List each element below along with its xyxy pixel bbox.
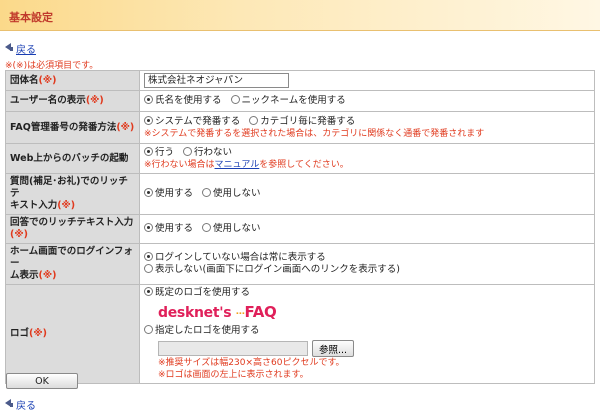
question-richtext-label: 質問(補足･お礼)でのリッチテ (10, 176, 128, 199)
home-login-form-label-2: ム表示 (10, 270, 39, 281)
option-label: カテゴリ毎に発番する (260, 115, 356, 127)
required-mark: (※) (57, 200, 76, 211)
option-label: ログインしていない場合は常に表示する (155, 252, 326, 263)
radio-checked-icon (144, 95, 153, 104)
web-batch-note: ※行わない場合はマニュアルを参照してください。 (144, 159, 590, 171)
answer-richtext-option-nouse[interactable]: 使用しない (202, 223, 261, 234)
note-text: ※行わない場合は (144, 159, 215, 170)
browse-button[interactable]: 参照... (312, 340, 355, 357)
option-label: 氏名を使用する (155, 95, 222, 106)
required-mark: (※) (29, 328, 47, 339)
back-link-top[interactable]: 戻る (5, 41, 36, 56)
ok-button[interactable]: OK (6, 373, 78, 389)
page-header: 基本設定 (0, 0, 600, 31)
user-name-option-real-name[interactable]: 氏名を使用する (144, 95, 222, 106)
required-mark: (※) (38, 270, 57, 281)
option-label: 表示しない(画面下にログイン画面へのリンクを表示する) (155, 264, 400, 275)
logo-note-size: ※推奨サイズは幅230×高さ60ピクセルです。 (158, 358, 345, 368)
web-batch-option-yes[interactable]: 行う (144, 146, 175, 158)
row-answer-richtext: 回答でのリッチテキスト入力 (※) 使用する 使用しない (5, 214, 595, 244)
option-label: システムで発番する (155, 115, 241, 127)
desknets-faq-logo: desknet's …FAQ (158, 303, 277, 321)
logo-sup-text: … (235, 307, 245, 317)
home-login-option-hide[interactable]: 表示しない(画面下にログイン画面へのリンクを表示する) (144, 264, 400, 275)
option-label: 指定したロゴを使用する (155, 325, 260, 336)
radio-unchecked-icon (202, 188, 212, 197)
radio-checked-icon (144, 223, 153, 232)
radio-unchecked-icon (144, 264, 153, 273)
row-question-richtext: 質問(補足･お礼)でのリッチテ キスト入力(※) 使用する 使用しない (5, 173, 595, 215)
logo-option-default[interactable]: 既定のロゴを使用する (144, 287, 250, 298)
radio-checked-icon (144, 252, 153, 261)
radio-checked-icon (144, 146, 153, 156)
question-richtext-option-use[interactable]: 使用する (144, 188, 193, 199)
logo-file-row: 参照... (144, 340, 590, 357)
web-batch-option-no[interactable]: 行わない (183, 146, 233, 158)
option-label: 使用する (155, 188, 194, 199)
row-web-batch: Web上からのバッチの起動 行う 行わない ※行わない場合はマニュアルを参照して… (5, 143, 595, 174)
back-arrow-icon (5, 399, 13, 410)
home-login-form-label: ホーム画面でのログインフォー (10, 246, 133, 269)
row-home-login-form: ホーム画面でのログインフォー ム表示(※) ログインしていない場合は常に表示する … (5, 243, 595, 285)
logo-faq-text: FAQ (244, 303, 277, 321)
option-label: 既定のロゴを使用する (155, 287, 251, 298)
faq-numbering-label: FAQ管理番号の発番方法 (10, 121, 117, 133)
required-mark: (※) (85, 95, 104, 106)
logo-option-custom[interactable]: 指定したロゴを使用する (144, 325, 260, 336)
required-mark: (※) (38, 74, 57, 86)
option-label: 使用しない (213, 223, 261, 234)
home-login-option-show[interactable]: ログインしていない場合は常に表示する (144, 252, 326, 263)
settings-form: 団体名(※) 株式会社ネオジャパン ユーザー名の表示(※) 氏名を使用する ニッ… (5, 70, 595, 384)
back-link-bottom[interactable]: 戻る (5, 397, 36, 410)
radio-checked-icon (144, 188, 153, 197)
row-faq-numbering: FAQ管理番号の発番方法(※) システムで発番する カテゴリ毎に発番する ※シス… (5, 111, 595, 144)
web-batch-label: Web上からのバッチの起動 (10, 152, 129, 164)
option-label: 使用しない (213, 188, 261, 199)
option-label: ニックネームを使用する (241, 95, 346, 106)
logo-note-position: ※ロゴは画面の左上に表示されます。 (158, 370, 309, 380)
option-label: 行う (155, 146, 175, 158)
faq-numbering-option-category[interactable]: カテゴリ毎に発番する (249, 115, 356, 127)
back-link-label[interactable]: 戻る (16, 41, 36, 56)
user-name-option-nickname[interactable]: ニックネームを使用する (230, 95, 346, 106)
user-name-display-label: ユーザー名の表示 (10, 95, 86, 106)
required-mark: (※) (116, 121, 135, 133)
answer-richtext-label: 回答でのリッチテキスト入力 (10, 217, 134, 228)
question-richtext-label-2: キスト入力 (10, 200, 58, 211)
page-title: 基本設定 (9, 11, 53, 24)
radio-unchecked-icon (144, 325, 153, 334)
logo-file-input[interactable] (158, 341, 308, 356)
row-user-name-display: ユーザー名の表示(※) 氏名を使用する ニックネームを使用する (5, 90, 595, 112)
question-richtext-option-nouse[interactable]: 使用しない (202, 188, 261, 199)
faq-numbering-option-system[interactable]: システムで発番する (144, 115, 241, 127)
required-mark: (※) (10, 229, 28, 240)
logo-label: ロゴ (10, 328, 30, 339)
manual-link[interactable]: マニュアル (215, 160, 260, 170)
radio-unchecked-icon (202, 223, 212, 232)
org-name-input[interactable]: 株式会社ネオジャパン (144, 73, 289, 88)
default-logo-image: desknet's …FAQ (144, 302, 590, 323)
answer-richtext-option-use[interactable]: 使用する (144, 223, 193, 234)
radio-checked-icon (144, 115, 153, 125)
row-logo: ロゴ(※) 既定のロゴを使用する desknet's …FAQ 指定したロゴを使… (5, 284, 595, 384)
org-name-label: 団体名 (10, 74, 39, 86)
radio-checked-icon (144, 287, 153, 296)
radio-unchecked-icon (183, 146, 193, 156)
logo-text: desknet's (158, 305, 232, 321)
faq-numbering-note: ※システムで発番するを選択された場合は、カテゴリに関係なく通番で発番されます (144, 128, 485, 139)
option-label: 使用する (155, 223, 194, 234)
radio-unchecked-icon (249, 115, 259, 125)
back-arrow-icon (5, 43, 13, 54)
note-text: を参照してください。 (259, 159, 349, 170)
back-link-label[interactable]: 戻る (16, 397, 36, 410)
radio-unchecked-icon (230, 95, 240, 104)
option-label: 行わない (194, 146, 233, 158)
row-org-name: 団体名(※) 株式会社ネオジャパン (5, 70, 595, 91)
